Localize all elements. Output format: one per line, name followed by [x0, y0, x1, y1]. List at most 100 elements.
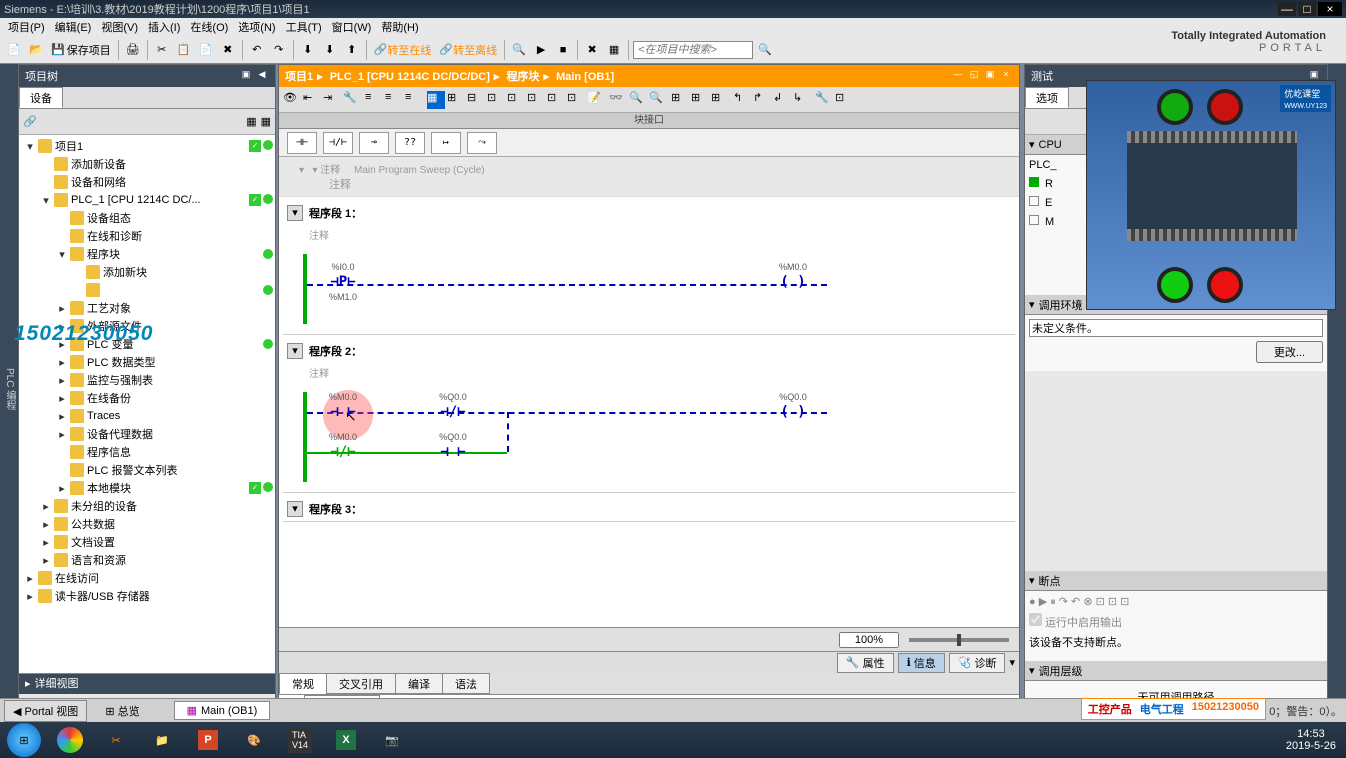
contact-label[interactable]: %I0.0	[323, 262, 363, 272]
sim-icon[interactable]: ▶	[531, 40, 551, 60]
new-project-icon[interactable]: 📄	[4, 40, 24, 60]
tree-node[interactable]: ▸Traces	[21, 407, 273, 425]
taskbar-chrome-icon[interactable]	[48, 724, 92, 756]
compile-icon[interactable]: ⬇	[298, 40, 318, 60]
menu-tools[interactable]: 工具(T)	[282, 19, 326, 35]
collapse-icon[interactable]: ▾	[287, 205, 303, 221]
coil-label[interactable]: %Q0.0	[773, 392, 813, 402]
info-collapse-icon[interactable]: ▾	[1009, 656, 1015, 669]
lad-box[interactable]: ??	[395, 132, 425, 154]
et-icon[interactable]: 🔍	[649, 91, 667, 109]
open-icon[interactable]: 📂	[26, 40, 46, 60]
menu-window[interactable]: 窗口(W)	[328, 19, 376, 35]
et-icon[interactable]: ↲	[773, 91, 791, 109]
tab-options[interactable]: 选项	[1025, 87, 1069, 108]
collapse-icon[interactable]: ▾	[287, 501, 303, 517]
download-icon[interactable]: ⬇	[320, 40, 340, 60]
coil-icon[interactable]: ( )	[780, 404, 805, 420]
collapse-icon[interactable]: ▾	[1029, 664, 1035, 677]
tree-node[interactable]: ▸在线备份	[21, 389, 273, 407]
lad-nc-contact[interactable]: ⊣/⊢	[323, 132, 353, 154]
et-icon[interactable]: ⊞	[691, 91, 709, 109]
delete-icon[interactable]: ✖	[218, 40, 238, 60]
network-3[interactable]: ▾ 程序段 3：	[283, 497, 1015, 522]
taskbar-explorer-icon[interactable]: 📁	[140, 724, 184, 756]
collapse-icon[interactable]: ▾	[1029, 138, 1035, 151]
taskbar-excel-icon[interactable]: X	[324, 724, 368, 756]
et-icon[interactable]: 🔧	[343, 91, 361, 109]
network-1[interactable]: ▾ 程序段 1： 注释 %I0.0 ⊣P⊢ %M1.0 %M0.0 ( )	[283, 201, 1015, 335]
split-icon[interactable]: ▦	[604, 40, 624, 60]
et-icon[interactable]: ≡	[365, 91, 383, 109]
ladder-networks[interactable]: ▾ 程序段 1： 注释 %I0.0 ⊣P⊢ %M1.0 %M0.0 ( )	[279, 197, 1019, 627]
subtab-general[interactable]: 常规	[279, 673, 327, 694]
side-tab-plc[interactable]: PLC 编程	[0, 64, 18, 714]
lad-coil[interactable]: ⊸	[359, 132, 389, 154]
tree-filter-icon[interactable]: ▦	[261, 115, 271, 128]
tree-node[interactable]: 添加新设备	[21, 155, 273, 173]
clock[interactable]: 14:53 2019-5-26	[1278, 728, 1344, 752]
search-input[interactable]	[633, 41, 753, 59]
editor-min-icon[interactable]: —	[951, 69, 965, 83]
tree-node[interactable]: ▸未分组的设备	[21, 497, 273, 515]
contact-label[interactable]: %M0.0	[323, 432, 363, 442]
contact-label[interactable]: %Q0.0	[433, 432, 473, 442]
modify-button[interactable]: 更改...	[1256, 341, 1323, 363]
open-block-tab[interactable]: ▦Main (OB1)	[174, 701, 271, 720]
tree-node[interactable]: 添加新块	[21, 263, 273, 281]
tab-devices[interactable]: 设备	[19, 87, 63, 108]
et-icon[interactable]: ⊞	[711, 91, 729, 109]
et-icon[interactable]: 📝	[587, 91, 605, 109]
paste-icon[interactable]: 📄	[196, 40, 216, 60]
tree-node[interactable]: ▸PLC 数据类型	[21, 353, 273, 371]
editor-close-icon[interactable]: ×	[999, 69, 1013, 83]
et-icon[interactable]: ⊡	[835, 91, 853, 109]
tree-node[interactable]: ▾PLC_1 [CPU 1214C DC/...✓	[21, 191, 273, 209]
overview-button[interactable]: ⊞ 总览	[91, 701, 153, 721]
editor-max-icon[interactable]: ◱	[967, 69, 981, 83]
contact-label[interactable]: %M0.0	[323, 392, 363, 402]
maximize-button[interactable]: □	[1298, 2, 1316, 16]
et-icon[interactable]: ⇤	[303, 91, 321, 109]
et-icon[interactable]: ↳	[793, 91, 811, 109]
et-icon[interactable]: ⊟	[467, 91, 485, 109]
condition-input[interactable]	[1029, 319, 1323, 337]
tree-node[interactable]: ▸监控与强制表	[21, 371, 273, 389]
block-interface-header[interactable]: 块接口	[279, 113, 1019, 129]
menu-insert[interactable]: 插入(I)	[144, 19, 184, 35]
taskbar-paint-icon[interactable]: 🎨	[232, 724, 276, 756]
search-go-icon[interactable]: 🔍	[755, 40, 775, 60]
pin-icon[interactable]: ◀	[255, 69, 269, 83]
cut-icon[interactable]: ✂	[152, 40, 172, 60]
et-icon[interactable]: ≡	[405, 91, 423, 109]
nc-contact-icon[interactable]: ⊣/⊢	[330, 444, 355, 460]
et-icon[interactable]: ↱	[753, 91, 771, 109]
coil-label[interactable]: %M0.0	[773, 262, 813, 272]
et-icon[interactable]: ⊞	[671, 91, 689, 109]
tree-node[interactable]: 设备和网络	[21, 173, 273, 191]
tab-info[interactable]: ℹ信息	[898, 653, 945, 673]
project-tree[interactable]: ▾项目1✓添加新设备设备和网络▾PLC_1 [CPU 1214C DC/...✓…	[19, 135, 275, 673]
nc-contact-icon[interactable]: ⊣/⊢	[440, 404, 465, 420]
tree-node[interactable]: ▸公共数据	[21, 515, 273, 533]
taskbar-ppt-icon[interactable]: P	[186, 724, 230, 756]
tree-expand-icon[interactable]: ▦	[246, 115, 256, 128]
collapse-icon[interactable]: ▾	[1029, 298, 1035, 311]
collapse-icon[interactable]: ▣	[239, 69, 253, 83]
breadcrumb[interactable]: 项目1▸ PLC_1 [CPU 1214C DC/DC/DC]▸ 程序块▸ Ma…	[285, 68, 614, 84]
taskbar-tia-icon[interactable]: TIAV14	[278, 724, 322, 756]
save-button[interactable]: 💾保存项目	[48, 40, 114, 60]
tree-node[interactable]: 程序信息	[21, 443, 273, 461]
copy-icon[interactable]: 📋	[174, 40, 194, 60]
search-icon[interactable]: 🔍	[509, 40, 529, 60]
undo-icon[interactable]: ↶	[247, 40, 267, 60]
collapse-icon[interactable]: ▾	[287, 343, 303, 359]
et-icon[interactable]: ▦	[427, 91, 445, 109]
menu-online[interactable]: 在线(O)	[186, 19, 232, 35]
tree-node[interactable]: ▸设备代理数据	[21, 425, 273, 443]
tab-diagnostics[interactable]: 🩺诊断	[949, 653, 1006, 673]
et-icon[interactable]: ⊞	[447, 91, 465, 109]
tab-properties[interactable]: 🔧属性	[837, 653, 894, 673]
et-icon[interactable]: ⊡	[507, 91, 525, 109]
tree-node[interactable]: 在线和诊断	[21, 227, 273, 245]
